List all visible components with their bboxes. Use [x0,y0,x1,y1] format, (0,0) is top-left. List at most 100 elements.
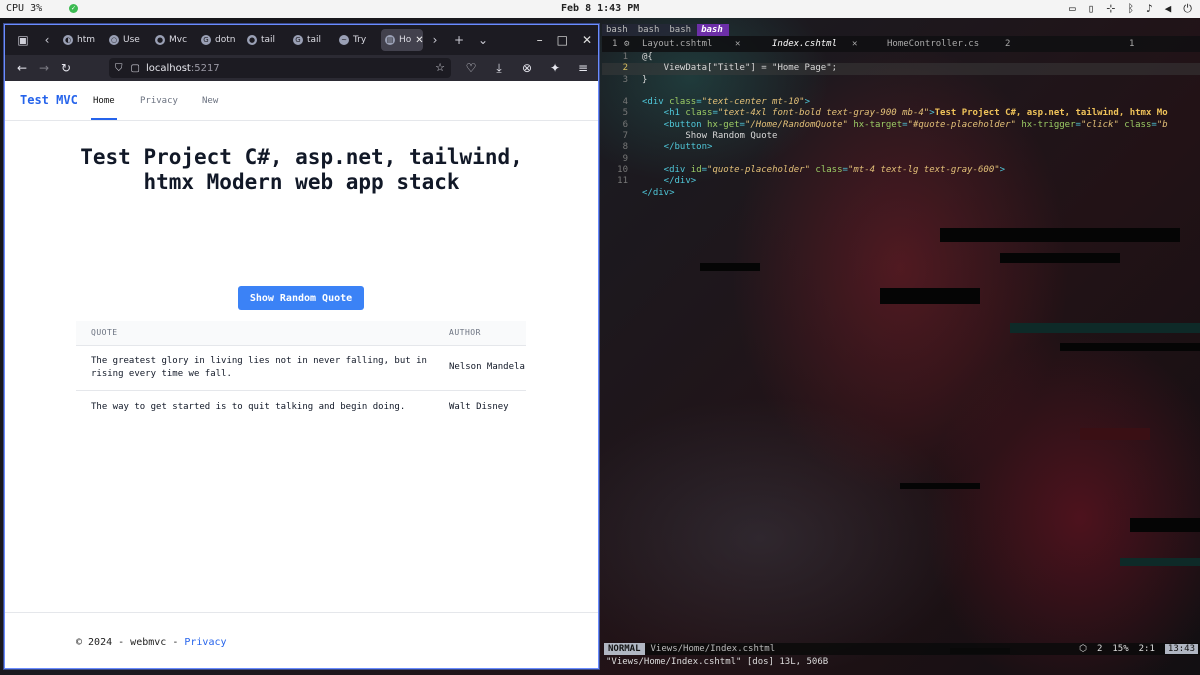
google-icon: G [201,35,211,45]
code-line: 4 <div class="text-center mt-10"> [622,97,810,108]
extensions-icon[interactable]: ✦ [544,57,566,79]
back-icon[interactable]: ← [11,57,33,79]
buffer-index: 1 [612,39,618,49]
display-icon[interactable]: ▯ [1088,2,1095,16]
clock[interactable]: Feb 8 1:43 PM [561,3,639,14]
download-icon[interactable]: ⤓ [488,57,510,79]
tailwind-icon: ~ [339,35,349,45]
url-host: localhost [145,62,191,74]
url-bar[interactable]: ⛉ ▢ localhost:5217 ☆ [109,58,451,78]
new-tab-icon[interactable]: + [447,28,471,52]
url-port: :5217 [190,62,220,74]
tmux-tabs: bash bash bash bash [602,24,1200,36]
cpu-indicator: CPU 3% [6,3,43,14]
code-line: 11 </div> [617,176,697,187]
table-row: The way to get started is to quit talkin… [76,389,526,424]
tab-scroll-right-icon[interactable]: › [423,28,447,52]
google-icon: G [293,35,303,45]
maximize-icon[interactable]: □ [557,33,568,47]
browser-tab[interactable]: ● Mvc [151,29,197,51]
extension-badge-icon[interactable]: ⊗ [516,57,538,79]
github-icon: ● [247,35,257,45]
window-controls: – □ ✕ [537,25,592,55]
system-tray: ▭ ▯ ⊹ ᛒ ♪ ◀ ⏻ [1069,2,1192,16]
buffer-tab[interactable]: Layout.cshtml [642,39,712,49]
buffer-count: 2 [1005,39,1011,49]
footer-privacy-link[interactable]: Privacy [184,637,226,648]
browser-tab[interactable]: ~ Try [335,29,381,51]
site-brand-link[interactable]: Test MVC [20,93,78,107]
browser-tab[interactable]: ◐ htm [59,29,105,51]
close-buffer-icon[interactable]: ✕ [852,39,857,49]
quote-table: QUOTE AUTHOR The greatest glory in livin… [76,321,526,424]
code-line: 8 </button> [622,142,713,153]
browser-tab-active[interactable]: ▤ Ho ✕ [381,29,423,51]
code-line: </div> [642,187,675,198]
tab-favicon-icon: ◐ [63,35,73,45]
bluetooth-icon[interactable]: ᛒ [1127,2,1134,16]
page-heading: Test Project C#, asp.net, tailwind, htmx… [80,145,523,194]
active-nav-indicator [91,118,117,120]
code-line: 5 <h1 class="text-4xl font-bold text-gra… [622,108,1168,119]
vim-bufferline: 1 ⚙ Layout.cshtml ✕ Index.cshtml ✕ HomeC… [602,36,1200,52]
buffer-tab-active[interactable]: Index.cshtml [772,39,837,49]
shield-icon[interactable]: ⛉ [115,63,123,74]
author-cell: Nelson Mandela [434,344,526,390]
browser-tab[interactable]: ● tail [243,29,289,51]
browser-tab[interactable]: Gtail [289,29,335,51]
close-buffer-icon[interactable]: ✕ [735,39,740,49]
table-header-row: QUOTE AUTHOR [76,321,526,345]
site-footer: © 2024 - webmvc - Privacy [5,612,598,668]
nav-link-privacy[interactable]: Privacy [140,96,178,106]
power-icon[interactable]: ⏻ [1183,2,1192,16]
page-info-icon[interactable]: ▢ [131,63,140,74]
globe-icon: ○ [109,35,119,45]
terminal-tab[interactable]: bash [633,24,666,36]
browser-tab[interactable]: Gdotn [197,29,243,51]
browser-tab-bar: ▣ ‹ ◐ htm ○ Use ● Mvc Gdotn ● tail Gtail ~ Tr… [5,25,598,55]
volume-icon[interactable]: ◀ [1165,2,1172,16]
close-window-icon[interactable]: ✕ [582,33,592,47]
forward-icon[interactable]: → [33,57,55,79]
nav-link-home[interactable]: Home [93,96,115,106]
terminal-tab[interactable]: bash [602,24,634,36]
code-line: 6 <button hx-get="/Home/RandomQuote" hx-… [622,119,1168,130]
vim-command-line: "Views/Home/Index.cshtml" [dos] 13L, 506… [606,657,829,667]
tab-list-icon[interactable]: ⌄ [471,28,495,52]
tab-scroll-left-icon[interactable]: ‹ [35,28,59,52]
terminal-tab[interactable]: bash [665,24,698,36]
git-branch-icon: ⬡ [1079,644,1087,654]
quote-cell: The way to get started is to quit talkin… [76,389,434,424]
bookmark-star-icon[interactable]: ☆ [435,61,445,74]
show-random-quote-button[interactable]: Show Random Quote [238,286,364,310]
github-icon: ● [155,35,165,45]
status-percent: 15% [1112,644,1129,654]
nav-link-new[interactable]: New [202,96,218,106]
code-editor[interactable]: 1 @{ 2 ViewData["Title"] = "Home Page"; 3… [602,52,1200,199]
menu-icon[interactable]: ≡ [572,57,594,79]
notes-icon[interactable]: ▭ [1069,2,1076,16]
tab-overview-icon[interactable]: ▣ [11,28,35,52]
browser-window: ▣ ‹ ◐ htm ○ Use ● Mvc Gdotn ● tail Gtail ~ Tr… [4,24,599,669]
code-line: 10 <div id="quote-placeholder" class="mt… [617,164,1006,175]
status-file-path: Views/Home/Index.cshtml [650,644,776,654]
settings-icon: ⚙ [624,39,630,49]
web-page: Test MVC Home Privacy New Test Project C… [5,81,598,668]
system-top-bar: CPU 3% ✓ Feb 8 1:43 PM ▭ ▯ ⊹ ᛒ ♪ ◀ ⏻ [0,0,1200,18]
status-check-icon: ✓ [69,4,78,13]
code-line: 7 Show Random Quote [622,131,778,142]
tab-index: 1 [1129,39,1135,49]
close-tab-icon[interactable]: ✕ [415,35,423,46]
microphone-icon[interactable]: ♪ [1146,2,1153,16]
pocket-icon[interactable]: ♡ [460,57,482,79]
vim-statusline: NORMAL Views/Home/Index.cshtml ⬡ 2 15% 2… [604,643,1200,655]
buffer-tab[interactable]: HomeController.cs [887,39,979,49]
reload-icon[interactable]: ↻ [55,57,77,79]
footer-text: © 2024 - webmvc - Privacy [76,637,227,648]
network-icon[interactable]: ⊹ [1106,2,1115,16]
browser-tab[interactable]: ○ Use [105,29,151,51]
terminal-tab-active[interactable]: bash [697,24,729,36]
minimize-icon[interactable]: – [537,33,543,47]
table-row: The greatest glory in living lies not in… [76,344,526,390]
